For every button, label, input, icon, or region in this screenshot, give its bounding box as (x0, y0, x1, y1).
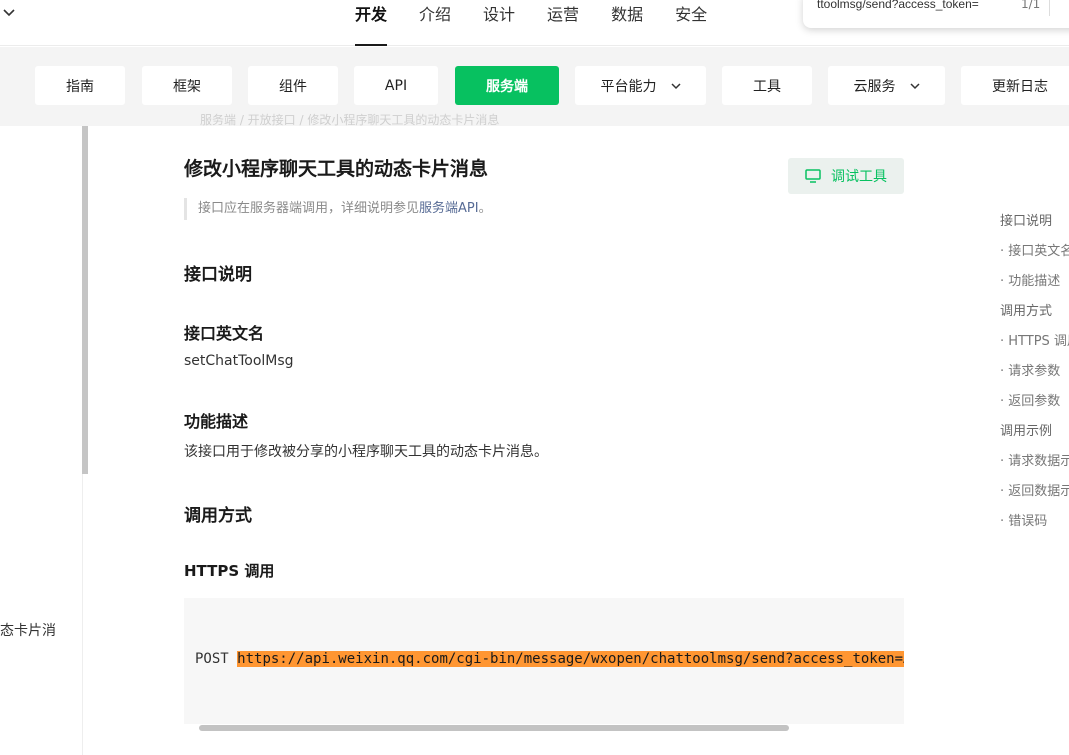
subnav-framework[interactable]: 框架 (142, 66, 232, 105)
toc-item[interactable]: · 功能描述 (1000, 272, 1069, 302)
note-suffix: 。 (478, 201, 492, 216)
https-call-heading: HTTPS 调用 (184, 562, 275, 580)
subnav-cloud[interactable]: 云服务 (828, 66, 945, 105)
tab-operate[interactable]: 运营 (547, 0, 579, 46)
toc-item[interactable]: · 请求参数 (1000, 362, 1069, 392)
toc-item[interactable]: · 请求数据示例 (1000, 452, 1069, 482)
subnav-cloud-label: 云服务 (853, 78, 896, 95)
toc-item[interactable]: · 接口英文名 (1000, 242, 1069, 272)
section-api-heading: 接口说明 (184, 265, 252, 285)
subnav-platform-label: 平台能力 (600, 78, 657, 95)
server-call-note: 接口应在服务器端调用，详细说明参见服务端API。 (184, 198, 492, 220)
tab-security[interactable]: 安全 (675, 0, 707, 46)
find-count: 1/1 (1021, 0, 1041, 11)
tab-develop[interactable]: 开发 (355, 0, 388, 46)
subnav-components[interactable]: 组件 (248, 66, 338, 105)
sidebar-divider (82, 474, 83, 755)
tab-data[interactable]: 数据 (611, 0, 643, 46)
subnav-components-label: 组件 (279, 78, 307, 95)
func-desc: 该接口用于修改被分享的小程序聊天工具的动态卡片消息。 (184, 444, 548, 460)
subnav-server-label: 服务端 (486, 78, 528, 95)
subnav-platform[interactable]: 平台能力 (575, 66, 706, 105)
tab-intro[interactable]: 介绍 (419, 0, 451, 46)
toc-item[interactable]: 调用示例 (1000, 422, 1069, 452)
section-call-heading: 调用方式 (184, 506, 252, 526)
subnav-framework-label: 框架 (173, 78, 201, 95)
find-separator (1049, 0, 1050, 16)
page-title: 修改小程序聊天工具的动态卡片消息 (184, 158, 489, 180)
code-line: POST https://api.weixin.qq.com/cgi-bin/m… (195, 651, 904, 667)
sidebar-scrollbar[interactable] (82, 126, 88, 474)
toc-item[interactable]: 接口说明 (1000, 212, 1069, 242)
subnav-changelog[interactable]: 更新日志 (961, 66, 1069, 105)
code-url[interactable]: https://api.weixin.qq.com/cgi-bin/messag… (237, 651, 904, 667)
subnav-api[interactable]: API (354, 66, 438, 105)
chevron-down-icon (670, 82, 681, 89)
code-block: POST https://api.weixin.qq.com/cgi-bin/m… (184, 598, 904, 724)
find-bar: ttoolmsg/send?access_token= 1/1 (803, 0, 1069, 28)
toc-item[interactable]: · 返回参数 (1000, 392, 1069, 422)
debug-tool-label: 调试工具 (831, 169, 887, 185)
toc-item[interactable]: · 返回数据示例 (1000, 482, 1069, 512)
monitor-icon (805, 169, 821, 183)
subnav-guide-label: 指南 (66, 78, 94, 95)
subnav-guide[interactable]: 指南 (35, 66, 125, 105)
api-en-name: setChatToolMsg (184, 353, 294, 369)
note-prefix: 接口应在服务器端调用，详细说明参见 (198, 201, 420, 216)
code-horizontal-scrollbar[interactable] (199, 725, 789, 731)
breadcrumb: 服务端 / 开放接口 / 修改小程序聊天工具的动态卡片消息 (200, 113, 500, 127)
code-method: POST (195, 651, 229, 667)
chevron-down-icon (909, 82, 920, 89)
subnav-server[interactable]: 服务端 (455, 66, 559, 105)
debug-tool-button[interactable]: 调试工具 (788, 158, 904, 194)
subnav-changelog-label: 更新日志 (992, 78, 1048, 95)
tab-design[interactable]: 设计 (483, 0, 515, 46)
sub-nav: 指南 框架 组件 API 服务端 平台能力 工具 云服务 更新日志 (0, 47, 1069, 126)
sidebar-item-dynamic-card[interactable]: 态卡片消 (0, 620, 56, 640)
subnav-api-label: API (384, 77, 408, 94)
table-of-contents: 接口说明 · 接口英文名 · 功能描述 调用方式 · HTTPS 调用 · 请求… (1000, 212, 1069, 542)
func-desc-heading: 功能描述 (184, 412, 249, 431)
api-en-name-heading: 接口英文名 (184, 324, 265, 343)
server-api-link[interactable]: 服务端API (419, 201, 479, 216)
toc-item[interactable]: · 错误码 (1000, 512, 1069, 542)
chevron-down-icon[interactable] (2, 6, 16, 20)
toc-item[interactable]: · HTTPS 调用 (1000, 332, 1069, 362)
subnav-tools[interactable]: 工具 (722, 66, 812, 105)
top-tabs: 开发 介绍 设计 运营 数据 安全 (355, 0, 739, 46)
toc-item[interactable]: 调用方式 (1000, 302, 1069, 332)
find-query[interactable]: ttoolmsg/send?access_token= (817, 0, 979, 11)
subnav-tools-label: 工具 (753, 78, 781, 95)
